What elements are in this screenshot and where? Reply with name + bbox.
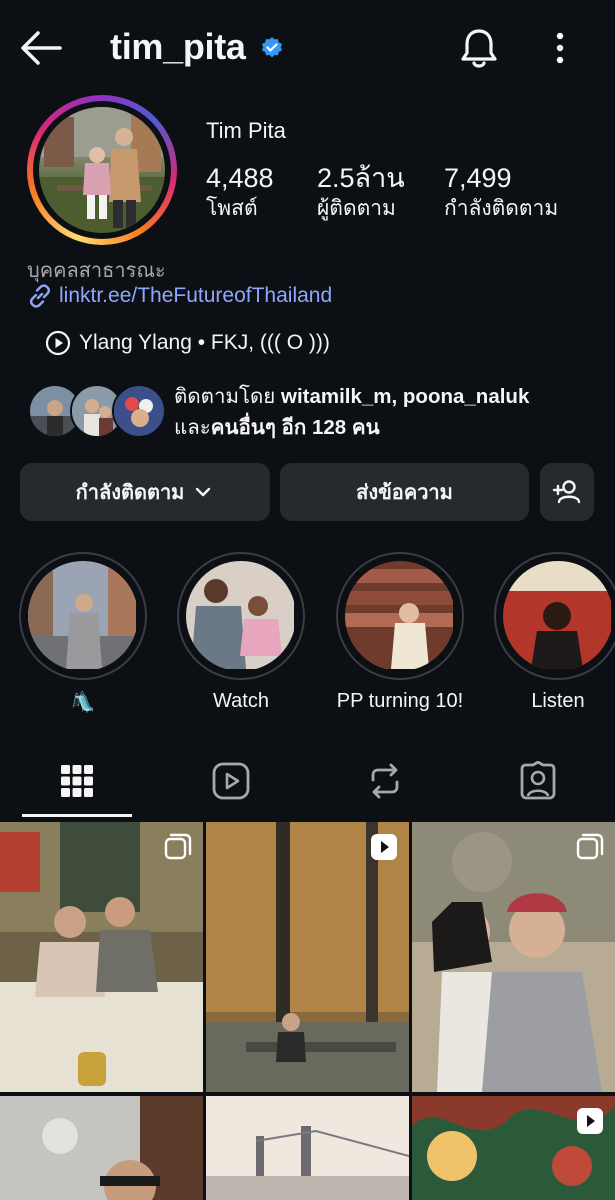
followed-by-text[interactable]: ติดตามโดย witamilk_m, poona_naluk และคนอ…	[174, 381, 529, 443]
avatar	[39, 107, 165, 233]
tab-grid[interactable]	[22, 748, 132, 814]
stat-following[interactable]: 7,499 กำลังติดตาม	[444, 162, 558, 224]
stat-following-value: 7,499	[444, 163, 512, 193]
highlight-4[interactable]: Listen	[494, 552, 615, 713]
verified-badge-icon	[260, 36, 284, 60]
post-thumbnail[interactable]	[412, 822, 615, 1092]
stat-following-label: กำลังติดตาม	[444, 197, 559, 220]
reel-play-icon	[371, 834, 397, 860]
highlight-3[interactable]: PP turning 10!	[336, 552, 464, 713]
message-button-label: ส่งข้อความ	[356, 482, 453, 504]
arrow-left-icon	[21, 31, 62, 65]
back-button[interactable]	[18, 28, 64, 68]
post-thumbnail[interactable]	[0, 822, 203, 1092]
highlight-1-cover	[28, 561, 138, 671]
notifications-button[interactable]	[458, 26, 500, 70]
highlight-2-label: Watch	[213, 690, 269, 712]
grid-icon	[61, 765, 93, 797]
carousel-icon	[164, 833, 192, 860]
profile-category: บุคคลสาธารณะ	[27, 260, 166, 282]
stat-followers-value: 2.5ล้าน	[317, 163, 405, 193]
add-person-icon	[552, 480, 581, 504]
post-thumbnail[interactable]	[0, 1096, 203, 1200]
link-icon	[29, 284, 51, 308]
post-thumbnail[interactable]	[206, 822, 409, 1092]
message-button[interactable]: ส่งข้อความ	[280, 463, 529, 521]
followed-by-names: witamilk_m, poona_naluk	[281, 385, 530, 408]
profile-avatar[interactable]	[27, 95, 177, 245]
profile-full-name: Tim Pita	[206, 118, 286, 143]
reels-icon	[212, 762, 250, 800]
profile-username: tim_pita	[110, 26, 246, 67]
profile-link[interactable]: linktr.ee/TheFutureofThailand	[27, 283, 332, 309]
more-options-button[interactable]	[546, 30, 574, 66]
mutual-followers-avatars[interactable]	[28, 384, 166, 438]
highlight-1-label: 🛝	[70, 692, 96, 714]
reel-play-icon	[577, 1108, 603, 1134]
followed-by-prefix: ติดตามโดย	[174, 385, 281, 408]
avatar	[112, 384, 166, 438]
more-vertical-icon	[556, 32, 564, 64]
highlight-2-cover	[186, 561, 296, 671]
highlight-3-label: PP turning 10!	[336, 690, 464, 712]
highlight-1[interactable]: 🛝	[19, 552, 147, 715]
posts-grid	[0, 822, 615, 1200]
post-thumbnail[interactable]	[412, 1096, 615, 1200]
repost-icon	[371, 763, 399, 799]
profile-link-text: linktr.ee/TheFutureofThailand	[59, 284, 333, 307]
stat-followers-label: ผู้ติดตาม	[317, 197, 396, 220]
tagged-person-icon	[520, 761, 556, 800]
highlight-4-cover	[503, 561, 613, 671]
profile-music[interactable]: Ylang Ylang • FKJ, ((( O )))	[45, 330, 330, 356]
followed-by-others: คนอื่นๆ อีก 128 คน	[210, 416, 380, 439]
stat-posts[interactable]: 4,488 โพสต์	[206, 162, 274, 224]
tab-reels[interactable]	[176, 748, 286, 814]
stat-followers[interactable]: 2.5ล้าน ผู้ติดตาม	[317, 162, 405, 224]
highlight-4-label: Listen	[531, 690, 585, 712]
tab-tagged[interactable]	[483, 748, 593, 814]
stat-posts-label: โพสต์	[206, 197, 258, 220]
bell-icon	[461, 29, 497, 68]
tab-reposts[interactable]	[330, 748, 440, 814]
profile-music-text: Ylang Ylang • FKJ, ((( O )))	[79, 331, 330, 354]
post-thumbnail[interactable]	[206, 1096, 409, 1200]
highlight-2[interactable]: Watch	[177, 552, 305, 713]
following-button-label: กำลังติดตาม	[75, 482, 185, 504]
followed-by-and: และ	[174, 416, 211, 439]
suggest-people-button[interactable]	[540, 463, 594, 521]
stat-posts-value: 4,488	[206, 163, 274, 193]
highlight-3-cover	[345, 561, 455, 671]
profile-tabs	[0, 748, 615, 820]
chevron-down-icon	[196, 487, 211, 497]
active-tab-indicator	[22, 814, 132, 817]
carousel-icon	[576, 833, 604, 860]
following-button[interactable]: กำลังติดตาม	[20, 463, 270, 521]
play-circle-icon	[45, 330, 71, 356]
